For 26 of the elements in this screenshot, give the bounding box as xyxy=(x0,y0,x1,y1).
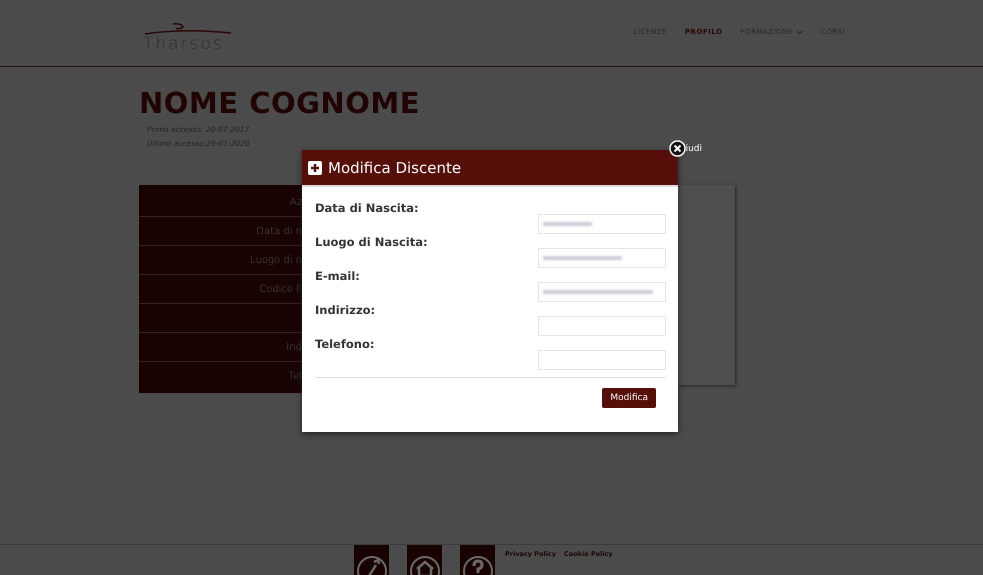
profile-name: NOME COGNOME xyxy=(139,85,422,121)
wrench-icon[interactable] xyxy=(354,545,389,575)
input-field[interactable] xyxy=(538,248,666,268)
question-icon[interactable] xyxy=(460,545,495,575)
input-field[interactable] xyxy=(538,282,666,302)
info-label: Tel xyxy=(288,370,302,382)
info-label: Az xyxy=(290,196,302,208)
modifica-button[interactable]: Modifica xyxy=(602,388,656,408)
house-icon[interactable] xyxy=(407,545,442,575)
info-label: Luogo di n xyxy=(250,254,302,266)
logo-swoosh-icon xyxy=(143,22,233,36)
info-label: Codice F xyxy=(259,284,302,294)
plus-icon xyxy=(308,160,322,174)
modal-title: Modifica Discente xyxy=(328,158,462,176)
input-field[interactable] xyxy=(538,214,666,234)
field-label: Indirizzo: xyxy=(315,302,376,319)
field-label: Luogo di Nascita: xyxy=(315,234,428,251)
info-label: Data di n xyxy=(256,226,302,236)
input-field[interactable] xyxy=(538,350,666,370)
info-label: Ind xyxy=(286,342,302,352)
field-label: Telefono: xyxy=(315,336,374,353)
close-button[interactable]: iudi xyxy=(668,140,702,157)
close-icon xyxy=(668,140,686,157)
input-field[interactable] xyxy=(538,316,666,336)
field-label: Data di Nascita: xyxy=(315,200,419,217)
field-label: E-mail: xyxy=(315,268,360,285)
